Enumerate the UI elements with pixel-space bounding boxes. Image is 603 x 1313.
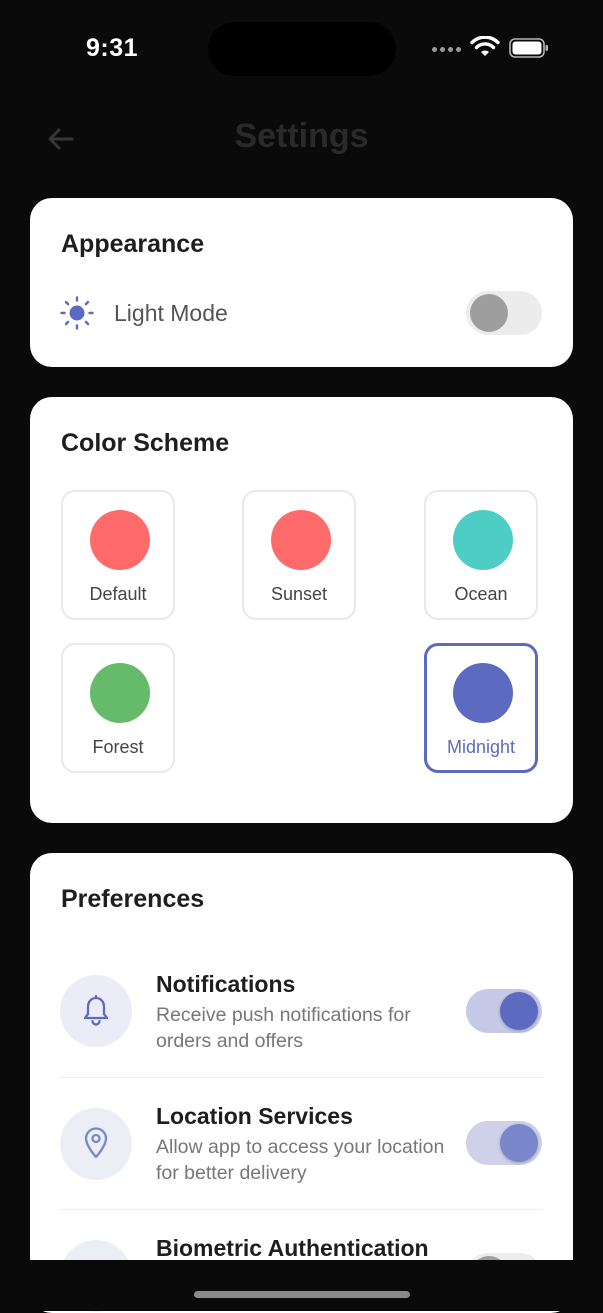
preference-title: Biometric Authentication xyxy=(156,1235,429,1261)
appearance-title: Appearance xyxy=(61,230,205,258)
color-option-sunset[interactable]: Sunset xyxy=(242,490,356,620)
page-title: Settings xyxy=(234,117,369,155)
battery-icon xyxy=(509,38,548,58)
light-mode-toggle[interactable] xyxy=(466,291,542,335)
swatch-dot-sunset xyxy=(271,510,331,570)
appearance-card: Appearance Light Mode xyxy=(30,198,573,367)
home-indicator-area xyxy=(0,1260,603,1311)
swatch-dot-default xyxy=(90,510,150,570)
color-scheme-title: Color Scheme xyxy=(61,429,230,457)
swatch-label: Default xyxy=(89,584,147,604)
preference-title: Location Services xyxy=(156,1103,353,1129)
swatch-label: Ocean xyxy=(454,584,508,604)
location-toggle[interactable] xyxy=(466,1121,542,1165)
preference-description: Receive push notifications for orders an… xyxy=(156,1004,411,1052)
preference-row-notifications: Notifications Receive push notifications… xyxy=(30,945,573,1077)
swatch-dot-ocean xyxy=(453,510,513,570)
preferences-card: Preferences Notifications Receive push n… xyxy=(30,853,573,1313)
sun-icon xyxy=(60,296,94,330)
swatch-dot-midnight xyxy=(453,663,513,723)
cellular-signal-icon xyxy=(432,47,462,55)
notifications-toggle[interactable] xyxy=(466,989,542,1033)
preferences-title: Preferences xyxy=(61,885,205,913)
color-option-forest[interactable]: Forest xyxy=(61,643,175,773)
dynamic-island xyxy=(208,22,396,76)
header: Settings xyxy=(0,100,603,180)
color-option-ocean[interactable]: Ocean xyxy=(424,490,538,620)
home-indicator[interactable] xyxy=(194,1291,410,1298)
notifications-icon-circle xyxy=(60,975,132,1047)
light-mode-label: Light Mode xyxy=(114,300,228,326)
status-bar: 9:31 xyxy=(0,0,603,96)
swatch-label: Sunset xyxy=(270,584,328,604)
wifi-icon xyxy=(470,36,500,56)
color-scheme-card: Color Scheme Default Sunset Ocean Forest… xyxy=(30,397,573,823)
preference-row-location: Location Services Allow app to access yo… xyxy=(30,1078,573,1210)
color-option-default[interactable]: Default xyxy=(61,490,175,620)
preference-title: Notifications xyxy=(156,971,296,997)
location-pin-icon xyxy=(84,1127,108,1159)
toggle-knob xyxy=(500,1124,538,1162)
toggle-knob xyxy=(500,992,538,1030)
toggle-knob xyxy=(470,294,508,332)
location-icon-circle xyxy=(60,1108,132,1180)
status-time: 9:31 xyxy=(86,34,139,62)
preference-description: Allow app to access your location for be… xyxy=(156,1136,445,1184)
swatch-label: Midnight xyxy=(446,737,516,757)
bell-icon xyxy=(83,995,109,1026)
swatch-dot-forest xyxy=(90,663,150,723)
color-option-midnight[interactable]: Midnight xyxy=(424,643,538,773)
swatch-label: Forest xyxy=(92,737,144,757)
